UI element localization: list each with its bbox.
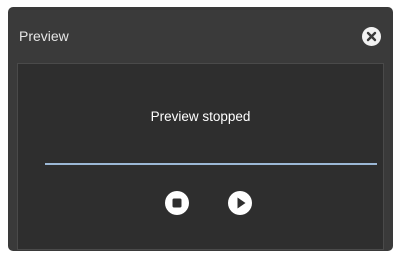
play-icon (237, 197, 246, 209)
progress-fill (45, 163, 377, 165)
preview-panel: Preview stopped (17, 63, 384, 250)
stop-button[interactable] (165, 191, 189, 215)
progress-bar (45, 163, 377, 165)
title-bar: Preview (8, 7, 393, 63)
play-button[interactable] (228, 191, 252, 215)
preview-dialog: Preview Preview stopped (8, 7, 393, 251)
stop-icon (172, 198, 182, 208)
close-button[interactable] (362, 27, 381, 46)
dialog-title: Preview (19, 28, 69, 44)
close-icon (366, 31, 377, 42)
preview-status: Preview stopped (150, 109, 251, 124)
